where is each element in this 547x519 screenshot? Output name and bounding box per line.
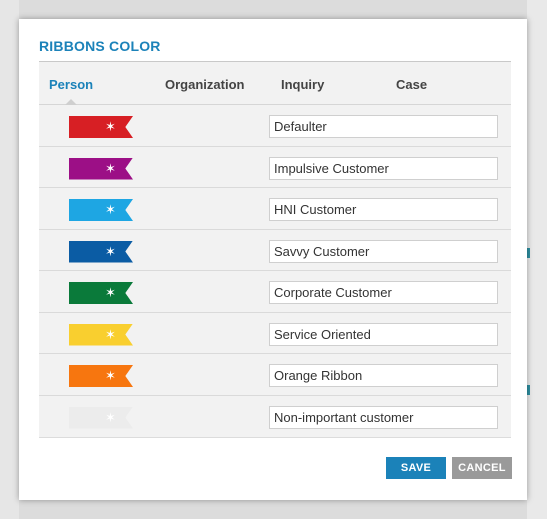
background-left (0, 0, 19, 519)
save-button[interactable]: SAVE (386, 457, 446, 479)
ribbons-color-dialog: RIBBONS COLOR Person Organization Inquir… (19, 19, 527, 500)
ribbon-swatch[interactable]: ✶ (69, 406, 133, 429)
ribbon-swatch[interactable]: ✶ (69, 116, 133, 138)
star-icon: ✶ (105, 368, 116, 383)
ribbon-list: ✶ ✶ ✶ ✶ ✶ ✶ ✶ ✶ (39, 105, 511, 437)
tab-person[interactable]: Person (49, 77, 93, 92)
ribbon-swatch[interactable]: ✶ (69, 282, 133, 304)
ribbon-name-input[interactable] (269, 405, 498, 429)
star-icon: ✶ (105, 243, 116, 259)
background-right (527, 0, 547, 519)
ribbon-name-input[interactable] (269, 156, 498, 180)
entity-tabs: Person Organization Inquiry Case (39, 62, 511, 105)
star-icon: ✶ (105, 119, 116, 134)
ribbon-swatch[interactable]: ✶ (69, 323, 133, 346)
ribbon-row: ✶ (39, 147, 511, 188)
star-icon: ✶ (105, 285, 116, 300)
ribbons-panel: Person Organization Inquiry Case ✶✶✶✶✶✶✶… (39, 62, 511, 438)
ribbon-swatch[interactable]: ✶ (69, 240, 133, 263)
ribbon-row: ✶ (39, 105, 511, 147)
ribbon-row: ✶ (39, 313, 511, 354)
cancel-button[interactable]: CANCEL (452, 457, 512, 479)
ribbon-row: ✶ (39, 230, 511, 271)
star-icon: ✶ (105, 202, 116, 217)
ribbon-name-input[interactable] (269, 364, 498, 387)
tab-organization[interactable]: Organization (165, 77, 244, 92)
ribbon-name-input[interactable] (269, 198, 498, 221)
ribbon-row: ✶ (39, 271, 511, 313)
background-mark (527, 385, 530, 395)
ribbon-name-input[interactable] (269, 322, 498, 346)
ribbon-swatch[interactable]: ✶ (69, 199, 133, 221)
ribbon-row: ✶ (39, 396, 511, 438)
ribbon-swatch[interactable]: ✶ (69, 365, 133, 387)
background-mark (527, 248, 530, 258)
ribbon-name-input[interactable] (269, 281, 498, 304)
dialog-title: RIBBONS COLOR (39, 38, 161, 54)
star-icon: ✶ (105, 409, 116, 425)
star-icon: ✶ (105, 160, 116, 176)
tab-case[interactable]: Case (396, 77, 427, 92)
tab-inquiry[interactable]: Inquiry (281, 77, 324, 92)
ribbon-row: ✶ (39, 354, 511, 396)
star-icon: ✶ (105, 326, 116, 342)
ribbon-name-input[interactable] (269, 239, 498, 263)
ribbon-name-input[interactable] (269, 115, 498, 138)
ribbon-row: ✶ (39, 188, 511, 230)
ribbon-swatch[interactable]: ✶ (69, 157, 133, 180)
